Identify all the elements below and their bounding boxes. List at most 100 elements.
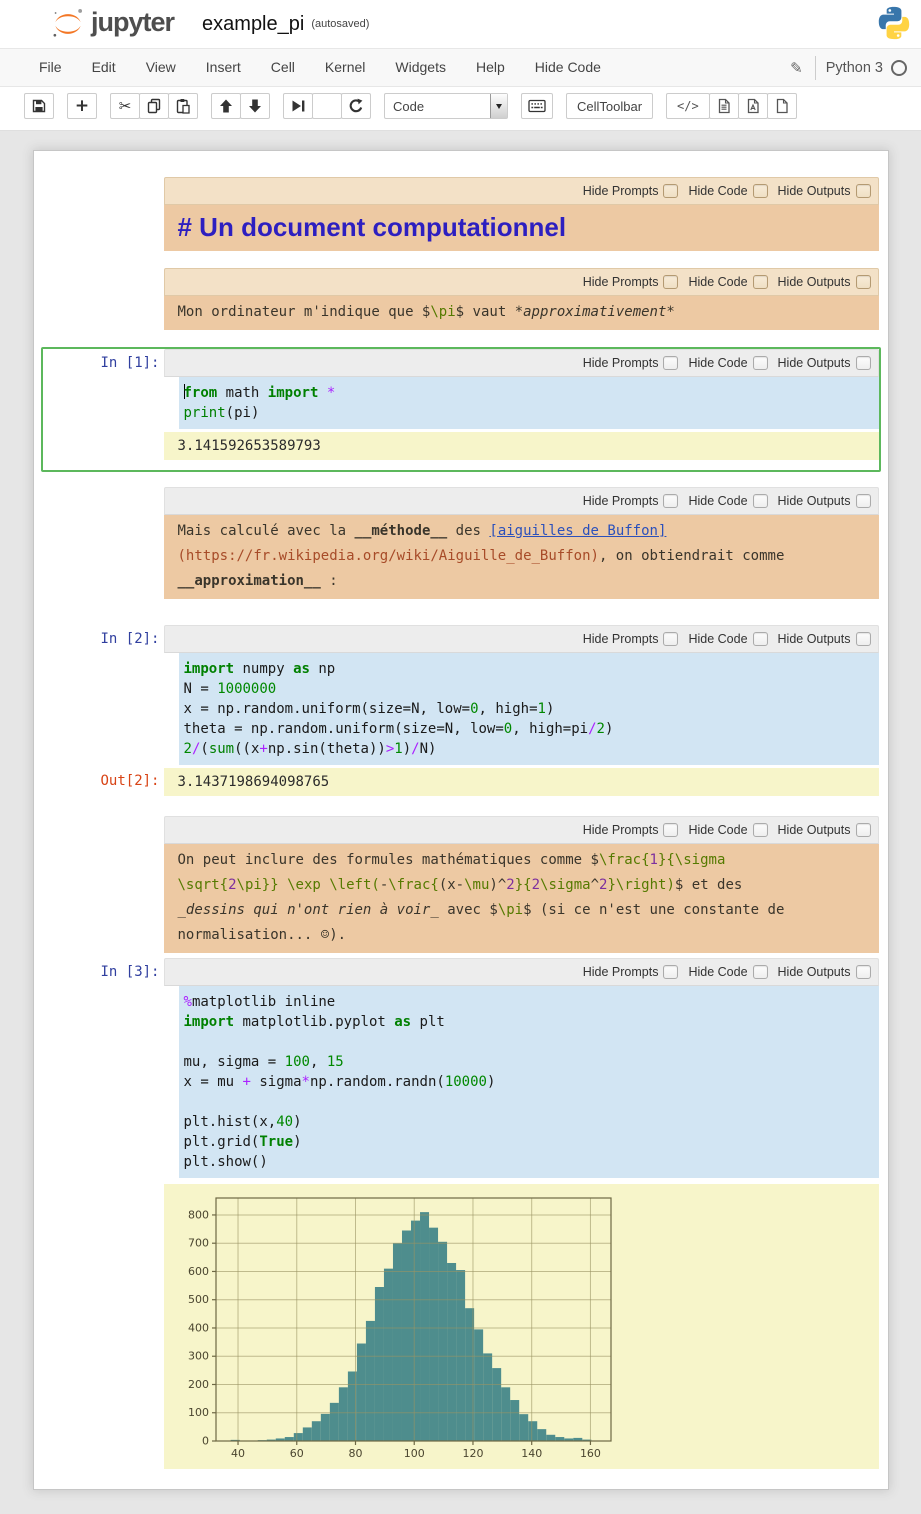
code-token: (https://fr.wikipedia.org/wiki/Aiguille_…: [178, 548, 599, 564]
code-line: plt.show(): [184, 1152, 875, 1172]
code-token: \sigma: [540, 877, 591, 893]
output-text: 3.141592653589793: [164, 432, 879, 460]
code-token: ): [546, 701, 554, 717]
hide-prompts-label: Hide Prompts: [583, 184, 659, 198]
code-line: 2/(sum((x+np.sin(theta))>1)/N): [184, 739, 875, 759]
menu-hide-code[interactable]: Hide Code: [520, 49, 616, 86]
restart-kernel-button[interactable]: [341, 93, 371, 119]
hide-outputs-checkbox[interactable]: [856, 184, 871, 198]
export-html-button[interactable]: [767, 93, 797, 119]
code-token: plt.hist(x,: [184, 1114, 277, 1130]
code-token: print: [184, 405, 226, 421]
markdown-source[interactable]: Mon ordinateur m'indique que $\pi$ vaut …: [164, 296, 879, 330]
code-token: (: [200, 741, 208, 757]
save-button[interactable]: [24, 93, 54, 119]
menu-kernel[interactable]: Kernel: [310, 49, 380, 86]
run-cell-button[interactable]: [283, 93, 313, 119]
code-token: , on obtiendrait comme: [599, 548, 784, 564]
y-tick-label: 0: [202, 1435, 209, 1448]
command-palette-button[interactable]: [521, 93, 553, 119]
code-token: N =: [184, 681, 218, 697]
interrupt-kernel-button[interactable]: [312, 93, 342, 119]
markdown-source[interactable]: Mais calculé avec la __méthode__ des [ai…: [164, 515, 879, 599]
code-cell[interactable]: In [2]:Hide PromptsHide CodeHide Outputs…: [41, 623, 881, 798]
histogram-bar: [510, 1400, 519, 1441]
hide-prompts-checkbox[interactable]: [663, 184, 678, 198]
histogram-bar: [429, 1228, 438, 1441]
hide-prompts-checkbox[interactable]: [663, 965, 678, 979]
code-token: # Un document computationnel: [178, 212, 567, 242]
hide-prompts-checkbox[interactable]: [663, 823, 678, 837]
menu-widgets[interactable]: Widgets: [380, 49, 461, 86]
input-prompt: [43, 268, 164, 330]
code-input-area[interactable]: from math import *print(pi): [179, 377, 879, 429]
hide-outputs-checkbox[interactable]: [856, 965, 871, 979]
markdown-source[interactable]: # Un document computationnel: [164, 205, 879, 251]
code-token: On peut inclure des formules mathématiqu…: [178, 852, 599, 868]
code-token: ): [293, 1134, 301, 1150]
histogram-bar: [420, 1212, 429, 1441]
copy-cell-button[interactable]: [139, 93, 169, 119]
markdown-cell[interactable]: Hide PromptsHide CodeHide OutputsMais ca…: [41, 485, 881, 601]
hide-code-checkbox[interactable]: [753, 356, 768, 370]
code-input-area[interactable]: %matplotlib inlineimport matplotlib.pypl…: [179, 986, 879, 1178]
histogram-bar: [374, 1287, 383, 1441]
code-token: sum: [209, 741, 234, 757]
hide-outputs-checkbox[interactable]: [856, 823, 871, 837]
code-token: \frac{: [599, 852, 650, 868]
output-text: 3.1437198694098765: [164, 768, 879, 796]
markdown-cell[interactable]: Hide PromptsHide CodeHide OutputsOn peut…: [41, 814, 881, 955]
menu-view[interactable]: View: [131, 49, 191, 86]
code-token: 15: [327, 1054, 344, 1070]
menu-file[interactable]: File: [24, 49, 77, 86]
hide-code-checkbox[interactable]: [753, 632, 768, 646]
hide-prompts-checkbox[interactable]: [663, 356, 678, 370]
menu-insert[interactable]: Insert: [191, 49, 256, 86]
hide-code-checkbox[interactable]: [753, 494, 768, 508]
markdown-source[interactable]: On peut inclure des formules mathématiqu…: [164, 844, 879, 953]
code-token: mu, sigma =: [184, 1054, 285, 1070]
notebook-container: Hide PromptsHide CodeHide Outputs# Un do…: [33, 150, 889, 1490]
code-token: ): [293, 1114, 301, 1130]
hide-code-checkbox[interactable]: [753, 965, 768, 979]
code-token: np: [310, 661, 335, 677]
hide-code-checkbox[interactable]: [753, 823, 768, 837]
hide-outputs-checkbox[interactable]: [856, 632, 871, 646]
cell-type-select[interactable]: Code: [384, 93, 508, 119]
hide-prompts-checkbox[interactable]: [663, 494, 678, 508]
code-cell[interactable]: In [1]:Hide PromptsHide CodeHide Outputs…: [41, 347, 881, 472]
code-token: import: [184, 1014, 235, 1030]
move-cell-up-button[interactable]: [211, 93, 241, 119]
hide-code-checkbox[interactable]: [753, 275, 768, 289]
hide-outputs-checkbox[interactable]: [856, 275, 871, 289]
move-cell-down-button[interactable]: [240, 93, 270, 119]
hide-code-checkbox[interactable]: [753, 184, 768, 198]
notebook-title[interactable]: example_pi: [202, 13, 304, 36]
hide-prompts-checkbox[interactable]: [663, 275, 678, 289]
jupyter-logo[interactable]: jupyter: [50, 6, 174, 42]
hide-outputs-checkbox[interactable]: [856, 356, 871, 370]
markdown-cell[interactable]: Hide PromptsHide CodeHide OutputsMon ord…: [41, 266, 881, 332]
menu-edit[interactable]: Edit: [77, 49, 131, 86]
paste-cell-button[interactable]: [168, 93, 198, 119]
code-token: 1: [650, 852, 658, 868]
code-input-area[interactable]: import numpy as npN = 1000000x = np.rand…: [179, 653, 879, 765]
menu-cell[interactable]: Cell: [256, 49, 310, 86]
celltoolbar-button[interactable]: CellToolbar: [566, 93, 653, 119]
hide-outputs-checkbox[interactable]: [856, 494, 871, 508]
hide-prompts-checkbox[interactable]: [663, 632, 678, 646]
menu-help[interactable]: Help: [461, 49, 520, 86]
markdown-cell[interactable]: Hide PromptsHide CodeHide Outputs# Un do…: [41, 175, 881, 253]
code-token: theta = np.random.uniform(size=N, low=: [184, 721, 504, 737]
code-brackets-icon: </>: [673, 99, 703, 113]
code-cell[interactable]: In [3]:Hide PromptsHide CodeHide Outputs…: [41, 956, 881, 1471]
code-line: mu, sigma = 100, 15: [184, 1052, 875, 1072]
input-prompt: In [2]:: [43, 625, 164, 765]
toggle-code-button[interactable]: </>: [666, 93, 710, 119]
plus-icon: +: [75, 96, 89, 116]
export-pdf-button[interactable]: [738, 93, 768, 119]
export-script-button[interactable]: [709, 93, 739, 119]
add-cell-button[interactable]: +: [67, 93, 97, 119]
kernel-name: Python 3: [826, 60, 883, 76]
cut-cell-button[interactable]: ✂: [110, 93, 140, 119]
